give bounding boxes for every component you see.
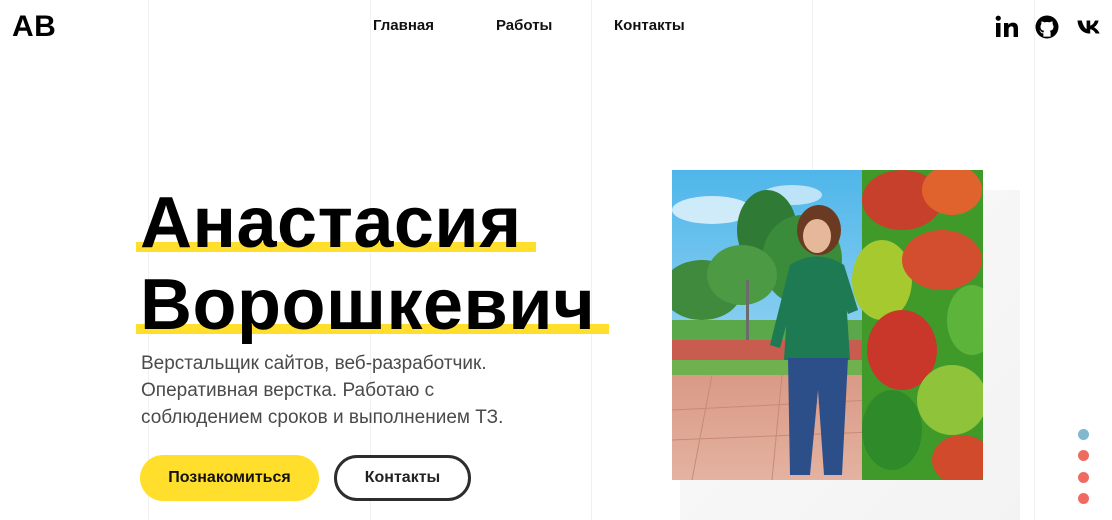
contacts-button[interactable]: Контакты [334,455,471,501]
first-name: Анастасия [140,183,522,263]
pagination-dot-active[interactable] [1078,429,1089,440]
hero-title: Анастасия Ворошкевич [136,182,610,346]
profile-photo [672,170,983,480]
linkedin-icon[interactable] [994,14,1020,40]
pagination-dot[interactable] [1078,450,1089,461]
nav-link-contacts[interactable]: Контакты [614,17,685,34]
pagination-dot[interactable] [1078,472,1089,483]
grid-line [1034,0,1035,520]
last-name: Ворошкевич [140,265,596,345]
pagination-dot[interactable] [1078,493,1089,504]
get-acquainted-button[interactable]: Познакомиться [140,455,319,501]
social-links [992,14,1112,40]
nav-link-works[interactable]: Работы [496,17,552,34]
main-nav: Главная Работы Контакты [0,17,1112,37]
github-icon[interactable] [1034,14,1060,40]
hero-name-line1: Анастасия [136,182,536,264]
hero-name-line2: Ворошкевич [136,264,610,346]
nav-link-home[interactable]: Главная [373,17,434,34]
slide-pagination [1078,429,1092,509]
vk-icon[interactable] [1076,14,1102,40]
hero-description: Верстальщик сайтов, веб-разработчик. Опе… [141,353,504,428]
